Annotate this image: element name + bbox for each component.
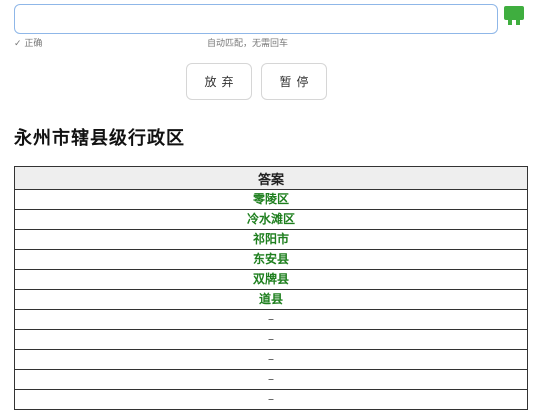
answer-cell: 双牌县 [14, 269, 528, 290]
table-row: – [14, 329, 528, 350]
auto-match-hint: 自动匹配，无需回车 [207, 39, 289, 49]
answer-input[interactable] [14, 4, 498, 34]
table-row: 道县 [14, 289, 528, 310]
empty-answer-cell: – [14, 389, 528, 410]
empty-answer-cell: – [14, 369, 528, 390]
empty-answer-cell: – [14, 349, 528, 370]
pause-button[interactable]: 暂停 [261, 63, 327, 100]
status-text: 正确 [24, 39, 43, 49]
answer-cell: 祁阳市 [14, 229, 528, 250]
status-indicator: ✓ 正确 [14, 38, 42, 50]
table-row: – [14, 389, 528, 410]
table-row: 祁阳市 [14, 229, 528, 250]
abandon-button[interactable]: 放弃 [186, 63, 252, 100]
table-row: 东安县 [14, 249, 528, 270]
answer-table: 答案 零陵区 冷水滩区 祁阳市 东安县 双牌县 道县 – – – – – [14, 166, 528, 410]
empty-answer-cell: – [14, 329, 528, 350]
green-logo-icon [504, 6, 524, 25]
table-row: 双牌县 [14, 269, 528, 290]
empty-answer-cell: – [14, 309, 528, 330]
table-header-row: 答案 [14, 166, 528, 190]
table-row: – [14, 309, 528, 330]
table-row: 冷水滩区 [14, 209, 528, 230]
answer-cell: 道县 [14, 289, 528, 310]
table-row: – [14, 369, 528, 390]
page-title: 永州市辖县级行政区 [14, 128, 185, 149]
table-row: – [14, 349, 528, 370]
answer-cell: 冷水滩区 [14, 209, 528, 230]
answer-cell: 零陵区 [14, 189, 528, 210]
table-row: 零陵区 [14, 189, 528, 210]
check-icon: ✓ [14, 39, 22, 49]
table-header: 答案 [14, 166, 528, 190]
answer-cell: 东安县 [14, 249, 528, 270]
